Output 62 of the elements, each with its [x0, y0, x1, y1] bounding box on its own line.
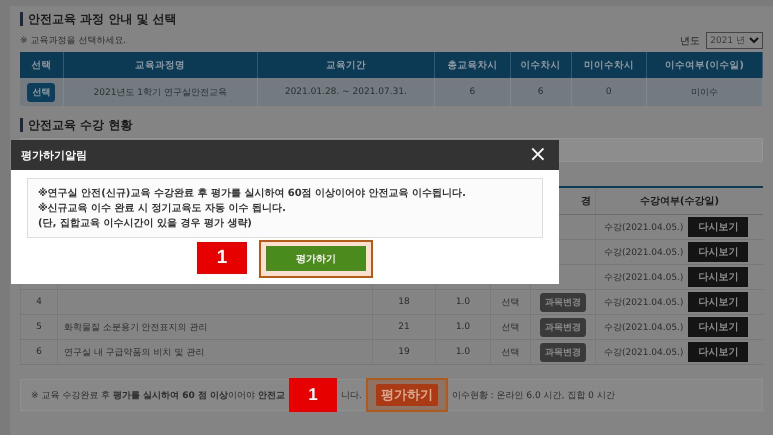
- hint-text: ※ 교육과정을 선택하세요.: [20, 35, 128, 47]
- step-marker: 1: [288, 378, 337, 412]
- column-header: 교육과정명: [63, 52, 258, 78]
- notice-line: ※신규교육 이수 완료 시 정기교육도 자동 이수 됩니다.: [38, 202, 287, 215]
- review-button[interactable]: 다시보기: [688, 342, 748, 362]
- change-course-button[interactable]: 과목변경: [540, 292, 586, 312]
- column-header: 수강여부(수강일): [596, 187, 763, 214]
- table-cell: 18: [398, 297, 410, 307]
- table-cell: 수강(2021.04.05.): [604, 273, 684, 283]
- table-cell: 5: [36, 322, 42, 332]
- dialog-title: 평가하기알림: [21, 148, 87, 162]
- column-header: 총교육차시: [434, 52, 510, 78]
- close-button[interactable]: ×: [526, 145, 549, 165]
- column-header: 선택: [20, 52, 64, 78]
- notice-line: ※연구실 안전(신규)교육 수강완료 후 평가를 실시하여 60점 이상이어야 안전교육 이수됩니다.: [38, 186, 467, 200]
- section-title: 안전교육 과정 안내 및 선택: [20, 12, 763, 26]
- table-cell: 19: [398, 347, 410, 357]
- select-button[interactable]: 선택: [27, 82, 56, 102]
- section-title: 안전교육 수강 현황: [20, 118, 763, 132]
- column-header: 이수여부(이수일): [646, 52, 762, 78]
- notice-line: (단, 집합교육 이수시간이 있을 경우 평가 생략): [38, 217, 253, 230]
- table-cell: 연구실 내 구급약품의 비치 및 관리: [64, 348, 204, 358]
- evaluate-button[interactable]: 평가하기: [266, 246, 366, 271]
- review-button[interactable]: 다시보기: [688, 242, 748, 262]
- column-header: 이수차시: [510, 52, 572, 78]
- review-button[interactable]: 다시보기: [688, 267, 748, 287]
- table-cell: 수강(2021.04.05.): [604, 298, 684, 308]
- table-cell: 6: [434, 78, 510, 106]
- table-cell: 21: [398, 322, 410, 332]
- table-cell: 1.0: [456, 322, 470, 332]
- review-button[interactable]: 다시보기: [688, 292, 748, 312]
- year-label: 년도: [680, 34, 700, 48]
- table-cell: 화학물질 소분용기 안전표지의 관리: [64, 322, 208, 332]
- table-cell: 1.0: [456, 347, 470, 357]
- table-cell: 6: [36, 347, 42, 357]
- table-cell: 4: [36, 297, 42, 307]
- evaluate-button[interactable]: 평가하기: [376, 384, 438, 406]
- table-cell: 2021.01.28. ~ 2021.07.31.: [257, 78, 435, 106]
- year-select[interactable]: 2021 년: [706, 32, 763, 49]
- column-header: 교육기간: [257, 52, 435, 78]
- change-course-button[interactable]: 과목변경: [540, 342, 586, 362]
- column-header: 미이수차시: [571, 52, 646, 78]
- table-cell: 0: [571, 78, 646, 106]
- table-cell: 수강(2021.04.05.): [604, 348, 684, 358]
- review-button[interactable]: 다시보기: [688, 317, 748, 337]
- table-cell: 선택: [502, 322, 520, 332]
- table-cell: 수강(2021.04.05.): [604, 223, 684, 233]
- step-marker: 1: [197, 242, 247, 274]
- table-cell: 선택: [502, 298, 520, 308]
- table-cell: 수강(2021.04.05.): [604, 248, 684, 258]
- notice-text: 니다.: [340, 390, 362, 402]
- chevron-down-icon: [749, 37, 759, 44]
- table-cell: 6: [510, 78, 572, 106]
- review-button[interactable]: 다시보기: [688, 217, 748, 237]
- table-cell: 수강(2021.04.05.): [604, 323, 684, 333]
- table-cell: 미이수: [646, 78, 762, 106]
- table-cell: 선택: [502, 348, 520, 358]
- change-course-button[interactable]: 과목변경: [540, 318, 586, 336]
- completion-summary: 이수현황 : 온라인 6.0 시간, 집합 0 시간: [452, 390, 615, 402]
- table-cell: 1.0: [456, 297, 470, 307]
- notice-text: ※ 교육 수강완료 후 평가를 실시하여 60 점 이상이어야 안전교: [31, 390, 285, 402]
- table-cell: 2021년도 1학기 연구실안전교육: [63, 78, 258, 106]
